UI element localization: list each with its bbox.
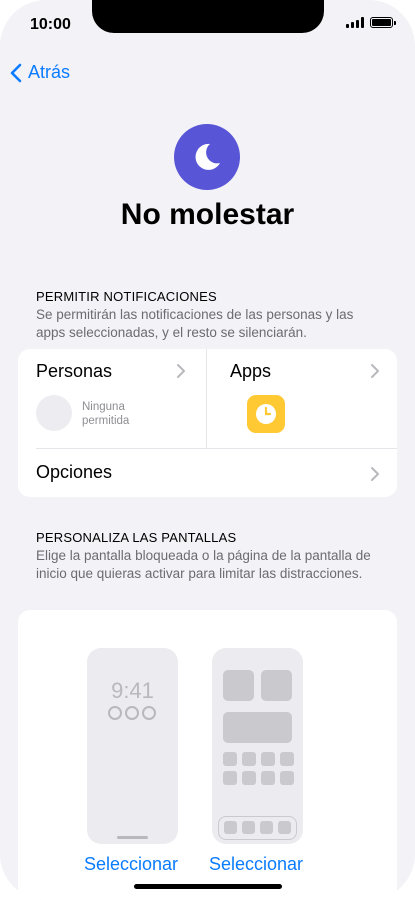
chevron-left-icon [10,63,22,82]
clock-app-icon [247,395,285,433]
chevron-right-icon [371,364,379,378]
options-label: Opciones [36,462,113,482]
lock-screen-preview[interactable]: 9:41 [87,648,178,844]
chevron-right-icon [371,467,379,481]
back-label: Atrás [28,62,71,82]
apps-label: Apps [230,361,272,381]
app-placeholder [223,771,237,785]
app-placeholder [242,771,256,785]
status-bar: 10:00 [0,0,415,50]
chevron-right-icon [177,364,185,378]
dock-placeholder [218,816,297,840]
moon-icon [174,124,240,190]
widget-placeholder [261,670,292,701]
app-placeholder [242,752,256,766]
notch [92,0,324,33]
notifications-heading: PERMITIR NOTIFICACIONES [36,289,217,304]
app-placeholder [280,752,294,766]
lock-preview-time: 9:41 [111,678,154,703]
app-placeholder [261,771,275,785]
people-status-line1: Ninguna [82,401,125,413]
people-cell[interactable]: Personas Ninguna permitida [18,349,207,448]
options-row[interactable]: Opciones [18,449,397,497]
app-placeholder [261,752,275,766]
avatar-placeholder [36,395,72,431]
widget-placeholder [223,712,292,743]
select-home-screen-button[interactable]: Seleccionar [209,854,303,875]
app-placeholder [223,752,237,766]
battery-level [372,19,391,26]
notifications-description: Se permitirán las notificaciones de las … [36,307,354,340]
home-bar-indicator [117,836,148,839]
customize-description: Elige la pantalla bloqueada o la página … [36,548,371,581]
select-lock-screen-button[interactable]: Seleccionar [84,854,178,875]
page-title: No molestar [120,198,295,231]
signal-icon [346,17,364,28]
home-screen-preview[interactable] [212,648,303,844]
app-placeholder [280,771,294,785]
phone-screen: 10:00 Atrás No molestar PERMITIR NOTIFIC… [0,0,415,900]
battery-icon [370,17,396,28]
lock-widget-icons [108,706,156,720]
customize-heading: PERSONALIZA LAS PANTALLAS [36,530,237,545]
people-status: Ninguna permitida [82,400,172,428]
status-time: 10:00 [30,16,71,33]
people-label: Personas [36,361,113,381]
customize-screens-card: 9:41 Seleccionar Seleccionar [18,610,397,900]
apps-cell[interactable]: Apps [207,349,397,448]
widget-placeholder [223,670,254,701]
people-status-line2: permitida [82,415,130,427]
allowed-notifications-card: Personas Ninguna permitida Apps Opciones [18,349,397,497]
back-button[interactable]: Atrás [10,62,70,83]
status-icons [346,17,396,28]
home-indicator[interactable] [134,884,282,889]
